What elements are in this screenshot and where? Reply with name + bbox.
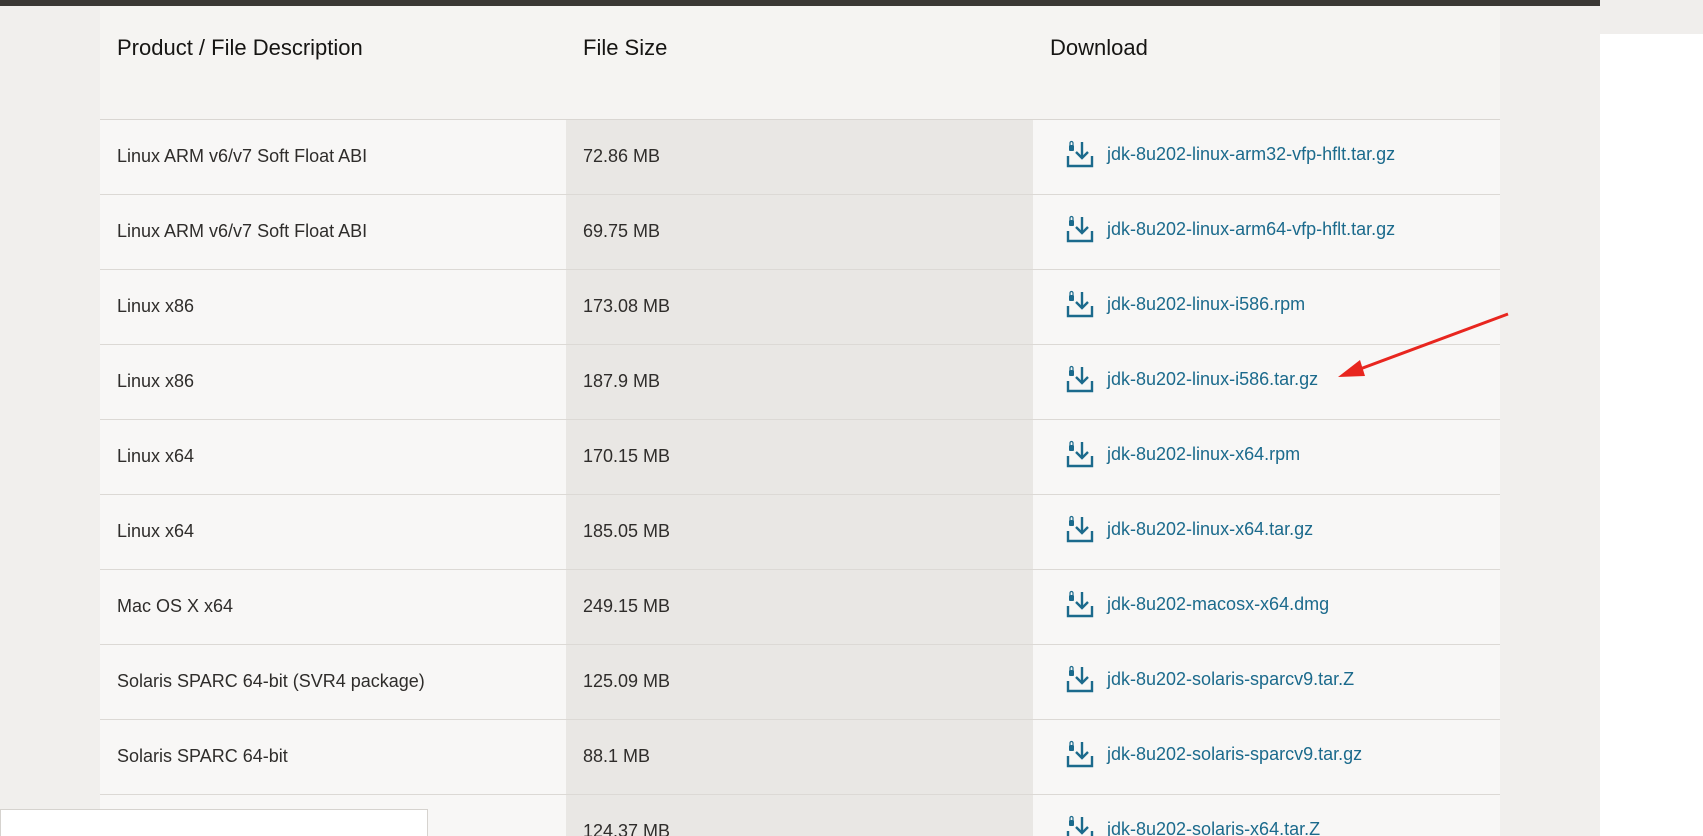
download-link-label: jdk-8u202-solaris-sparcv9.tar.Z — [1107, 668, 1355, 689]
download-icon — [1066, 590, 1094, 618]
row-description: Linux x64 — [100, 494, 566, 570]
row-file-size: 125.09 MB — [566, 644, 1033, 720]
row-description: Linux ARM v6/v7 Soft Float ABI — [100, 194, 566, 270]
table-row: Mac OS X x64 249.15 MB jdk-8u202-macosx-x6… — [100, 569, 1500, 645]
download-link[interactable]: jdk-8u202-solaris-sparcv9.tar.gz — [1065, 739, 1362, 769]
row-file-size: 170.15 MB — [566, 419, 1033, 495]
download-link[interactable]: jdk-8u202-linux-i586.rpm — [1065, 289, 1305, 319]
table-row: Linux x64 170.15 MB jdk-8u202-linux-x64.rp… — [100, 419, 1500, 495]
row-file-size: 187.9 MB — [566, 344, 1033, 420]
download-link-label: jdk-8u202-macosx-x64.dmg — [1107, 593, 1330, 614]
download-icon — [1066, 290, 1094, 318]
download-icon — [1066, 215, 1094, 243]
row-download-cell: jdk-8u202-linux-arm32-vfp-hflt.tar.gz — [1033, 119, 1500, 195]
download-icon — [1066, 140, 1094, 168]
row-description: Solaris SPARC 64-bit — [100, 719, 566, 795]
row-download-cell: jdk-8u202-solaris-x64.tar.Z — [1033, 794, 1500, 836]
download-link[interactable]: jdk-8u202-linux-x64.tar.gz — [1065, 514, 1313, 544]
bottom-input-field[interactable] — [0, 809, 428, 836]
header-file-size: File Size — [566, 6, 1033, 120]
download-icon — [1066, 740, 1094, 768]
row-file-size: 249.15 MB — [566, 569, 1033, 645]
download-icon — [1066, 515, 1094, 543]
row-download-cell: jdk-8u202-solaris-sparcv9.tar.gz — [1033, 719, 1500, 795]
header-download: Download — [1033, 6, 1500, 120]
table-row: Linux ARM v6/v7 Soft Float ABI 69.75 MB jd… — [100, 194, 1500, 270]
row-download-cell: jdk-8u202-solaris-sparcv9.tar.Z — [1033, 644, 1500, 720]
row-download-cell: jdk-8u202-linux-x64.tar.gz — [1033, 494, 1500, 570]
row-description: Solaris SPARC 64-bit (SVR4 package) — [100, 644, 566, 720]
download-link-label: jdk-8u202-linux-arm32-vfp-hflt.tar.gz — [1107, 143, 1396, 164]
row-description: Linux x86 — [100, 269, 566, 345]
row-file-size: 69.75 MB — [566, 194, 1033, 270]
download-link-label: jdk-8u202-solaris-x64.tar.Z — [1107, 818, 1321, 836]
download-icon — [1066, 665, 1094, 693]
table-row: Linux x86 187.9 MB jdk-8u202-linux-i586.ta… — [100, 344, 1500, 420]
row-file-size: 124.37 MB — [566, 794, 1033, 836]
download-link[interactable]: jdk-8u202-macosx-x64.dmg — [1065, 589, 1329, 619]
download-icon — [1066, 365, 1094, 393]
table-row: Linux x86 173.08 MB jdk-8u202-linux-i586.r… — [100, 269, 1500, 345]
table-row: Linux ARM v6/v7 Soft Float ABI 72.86 MB jd… — [100, 119, 1500, 195]
header-description: Product / File Description — [100, 6, 566, 120]
row-description: Linux x86 — [100, 344, 566, 420]
download-icon — [1066, 815, 1094, 836]
download-link[interactable]: jdk-8u202-linux-arm64-vfp-hflt.tar.gz — [1065, 214, 1395, 244]
download-link-label: jdk-8u202-linux-i586.tar.gz — [1107, 368, 1319, 389]
download-link-label: jdk-8u202-solaris-sparcv9.tar.gz — [1107, 743, 1363, 764]
row-file-size: 185.05 MB — [566, 494, 1033, 570]
downloads-table: Product / File Description File Size Dow… — [100, 6, 1500, 836]
row-download-cell: jdk-8u202-linux-i586.tar.gz — [1033, 344, 1500, 420]
downloads-table-container: Product / File Description File Size Dow… — [100, 6, 1500, 836]
right-panel — [1600, 0, 1703, 836]
table-row: Linux x64 185.05 MB jdk-8u202-linux-x64.ta… — [100, 494, 1500, 570]
table-row: Solaris SPARC 64-bit 88.1 MB jdk-8u202-sol… — [100, 719, 1500, 795]
row-file-size: 88.1 MB — [566, 719, 1033, 795]
page: Product / File Description File Size Dow… — [0, 0, 1703, 836]
table-row: Solaris SPARC 64-bit (SVR4 package) 125.0… — [100, 644, 1500, 720]
row-download-cell: jdk-8u202-macosx-x64.dmg — [1033, 569, 1500, 645]
row-download-cell: jdk-8u202-linux-x64.rpm — [1033, 419, 1500, 495]
row-description: Linux x64 — [100, 419, 566, 495]
download-link-label: jdk-8u202-linux-arm64-vfp-hflt.tar.gz — [1107, 218, 1396, 239]
table-header-row: Product / File Description File Size Dow… — [100, 6, 1500, 120]
download-link[interactable]: jdk-8u202-linux-x64.rpm — [1065, 439, 1300, 469]
row-description: Linux ARM v6/v7 Soft Float ABI — [100, 119, 566, 195]
row-file-size: 72.86 MB — [566, 119, 1033, 195]
download-link-label: jdk-8u202-linux-x64.rpm — [1107, 443, 1301, 464]
row-file-size: 173.08 MB — [566, 269, 1033, 345]
row-download-cell: jdk-8u202-linux-arm64-vfp-hflt.tar.gz — [1033, 194, 1500, 270]
download-link[interactable]: jdk-8u202-linux-arm32-vfp-hflt.tar.gz — [1065, 139, 1395, 169]
row-description: Mac OS X x64 — [100, 569, 566, 645]
download-link-label: jdk-8u202-linux-x64.tar.gz — [1107, 518, 1314, 539]
download-link[interactable]: jdk-8u202-solaris-x64.tar.Z — [1065, 814, 1320, 836]
download-link-label: jdk-8u202-linux-i586.rpm — [1107, 293, 1306, 314]
row-download-cell: jdk-8u202-linux-i586.rpm — [1033, 269, 1500, 345]
right-panel-header — [1600, 0, 1703, 34]
download-icon — [1066, 440, 1094, 468]
download-link[interactable]: jdk-8u202-solaris-sparcv9.tar.Z — [1065, 664, 1354, 694]
download-link[interactable]: jdk-8u202-linux-i586.tar.gz — [1065, 364, 1318, 394]
